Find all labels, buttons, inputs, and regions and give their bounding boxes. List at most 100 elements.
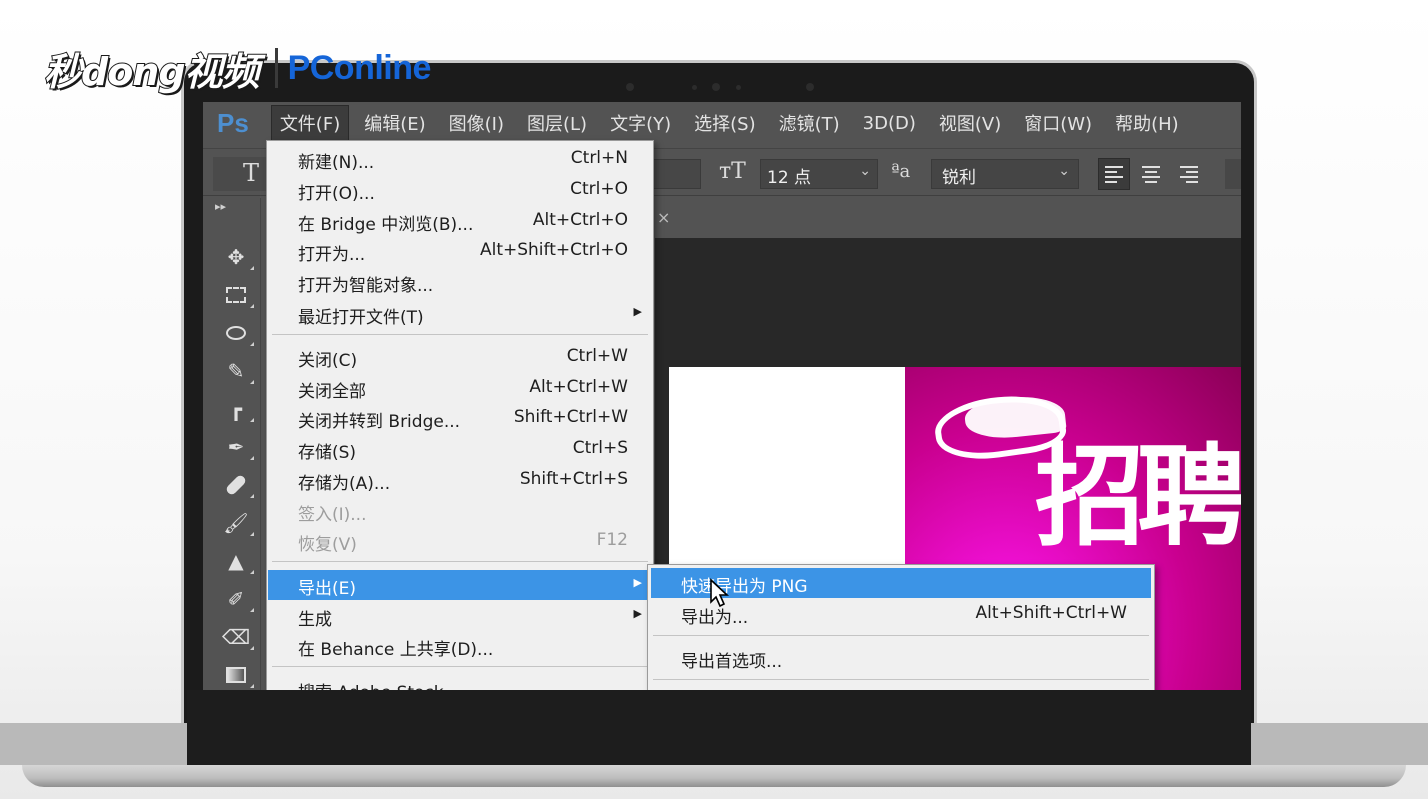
align-line — [1145, 180, 1157, 183]
menu-separator — [272, 334, 648, 335]
menu-item-browse-bridge[interactable]: 在 Bridge 中浏览(B)... Alt+Ctrl+O — [268, 206, 652, 236]
align-right-button[interactable] — [1174, 158, 1206, 190]
tool-flyout-corner — [250, 380, 254, 384]
options-overflow[interactable] — [1225, 159, 1241, 189]
menu-window[interactable]: 窗口(W) — [1016, 106, 1100, 140]
menu-layer[interactable]: 图层(L) — [519, 106, 595, 140]
submenu-arrow-icon: ▶ — [633, 576, 642, 589]
menu-item-close-go-bridge[interactable]: 关闭并转到 Bridge... Shift+Ctrl+W — [268, 403, 652, 433]
menu-filter[interactable]: 滤镜(T) — [771, 106, 848, 140]
eyedropper-tool-icon[interactable]: ✒ — [221, 432, 254, 462]
menu-file[interactable]: 文件(F) — [270, 105, 350, 141]
marquee-tool-icon[interactable] — [221, 280, 254, 310]
move-tool-icon[interactable]: ✥ — [221, 242, 254, 272]
antialias-select[interactable]: 锐利 ⌄ — [931, 159, 1079, 189]
file-menu: 新建(N)... Ctrl+N 打开(O)... Ctrl+O 在 Bridge 中… — [266, 140, 654, 690]
quick-select-tool-icon[interactable]: ✎ — [221, 356, 254, 386]
clone-stamp-tool-icon[interactable]: ▲ — [221, 546, 254, 576]
menu-3d[interactable]: 3D(D) — [855, 109, 924, 138]
mouse-cursor-icon — [710, 578, 730, 608]
align-left-button[interactable] — [1098, 158, 1130, 190]
type-tool-icon[interactable]: T — [243, 159, 259, 187]
camera-dot — [736, 85, 741, 90]
lasso-shape — [226, 326, 246, 340]
tool-flyout-corner — [250, 608, 254, 612]
menu-item-new[interactable]: 新建(N)... Ctrl+N — [268, 144, 652, 174]
align-line — [1142, 165, 1160, 168]
align-line — [1186, 180, 1198, 183]
tool-flyout-corner — [250, 570, 254, 574]
menu-item-label: 导出(E) — [298, 579, 357, 599]
menu-item-shortcut: Alt+Shift+Ctrl+O — [479, 240, 628, 260]
menu-separator — [653, 635, 1149, 636]
lasso-tool-icon[interactable] — [221, 318, 254, 348]
menu-item-save-as[interactable]: 存储为(A)... Shift+Ctrl+S — [268, 465, 652, 495]
antialias-icon: ªa — [891, 161, 911, 182]
align-line — [1105, 180, 1117, 183]
menu-item-close-all[interactable]: 关闭全部 Alt+Ctrl+W — [268, 373, 652, 403]
menu-item-open-recent[interactable]: 最近打开文件(T) ▶ — [268, 299, 652, 329]
laptop-bezel-bottom — [187, 690, 1251, 765]
menu-item-shortcut: Shift+Ctrl+W — [513, 407, 628, 427]
menu-select[interactable]: 选择(S) — [686, 106, 763, 140]
menu-item-export[interactable]: 导出(E) ▶ — [268, 570, 652, 600]
chevron-down-icon[interactable]: ⌄ — [1058, 163, 1070, 179]
crop-tool-icon[interactable]: ┏ — [221, 394, 254, 424]
font-size-select[interactable]: 12 点 ⌄ — [760, 159, 878, 189]
menu-type[interactable]: 文字(Y) — [602, 106, 679, 140]
submenu-arrow-icon: ▶ — [633, 607, 642, 620]
menu-separator — [272, 666, 648, 667]
menu-item-export-preferences[interactable]: 导出首选项... — [651, 643, 1151, 673]
menu-separator — [653, 679, 1149, 680]
bandage-shape — [224, 473, 248, 497]
menu-item-label: 在 Bridge 中浏览(B)... — [298, 215, 474, 235]
menu-item-label: 存储(S) — [298, 443, 357, 463]
miaodong-logo: 秒dong视频 — [43, 49, 261, 95]
tool-flyout-corner — [250, 266, 254, 270]
menu-item-label: 生成 — [298, 610, 332, 630]
chevron-down-icon[interactable]: ⌄ — [859, 163, 871, 179]
menu-item-label: 存储为(A)... — [298, 474, 391, 494]
menu-item-label: 打开为智能对象... — [298, 276, 434, 296]
menu-view[interactable]: 视图(V) — [931, 106, 1009, 140]
menu-separator — [272, 561, 648, 562]
menu-image[interactable]: 图像(I) — [441, 106, 512, 140]
gradient-shape — [226, 667, 246, 683]
align-center-button[interactable] — [1136, 158, 1168, 190]
menu-item-label: 打开为... — [298, 245, 366, 265]
history-brush-tool-icon[interactable]: ✐ — [221, 584, 254, 614]
tool-flyout-corner — [250, 342, 254, 346]
close-icon[interactable]: × — [657, 208, 670, 227]
brush-tool-icon[interactable]: 🖌 — [221, 508, 254, 538]
menu-edit[interactable]: 编辑(E) — [356, 106, 433, 140]
menu-item-shortcut: Ctrl+W — [566, 346, 628, 366]
menu-item-open[interactable]: 打开(O)... Ctrl+O — [268, 175, 652, 205]
submenu-arrow-icon: ▶ — [633, 305, 642, 318]
eraser-tool-icon[interactable]: ⌫ — [221, 622, 254, 652]
pconline-logo: PConline — [287, 48, 432, 87]
tool-flyout-corner — [250, 532, 254, 536]
align-line — [1186, 170, 1198, 173]
align-line — [1105, 170, 1117, 173]
camera-dot — [692, 85, 697, 90]
menu-item-save[interactable]: 存储(S) Ctrl+S — [268, 434, 652, 464]
menu-item-share-behance[interactable]: 在 Behance 上共享(D)... — [268, 631, 652, 661]
align-line — [1105, 175, 1123, 178]
gradient-tool-icon[interactable] — [221, 660, 254, 690]
menu-item-generate[interactable]: 生成 ▶ — [268, 601, 652, 631]
font-size-icon: тT — [719, 159, 746, 184]
align-line — [1142, 175, 1160, 178]
menu-help[interactable]: 帮助(H) — [1107, 106, 1187, 140]
font-style-field[interactable] — [651, 159, 701, 189]
antialias-value: 锐利 — [942, 168, 976, 188]
menu-item-open-smart-object[interactable]: 打开为智能对象... — [268, 267, 652, 297]
tool-flyout-corner — [250, 418, 254, 422]
align-line — [1145, 170, 1157, 173]
menu-item-search-adobe-stock[interactable]: 搜索 Adobe Stock... — [268, 674, 652, 690]
menu-item-open-as[interactable]: 打开为... Alt+Shift+Ctrl+O — [268, 236, 652, 266]
marquee-shape — [226, 287, 246, 303]
healing-brush-tool-icon[interactable] — [221, 470, 254, 500]
menu-item-label: 新建(N)... — [298, 153, 375, 173]
menu-item-close[interactable]: 关闭(C) Ctrl+W — [268, 342, 652, 372]
collapse-icon[interactable]: ▸▸ — [215, 200, 226, 213]
